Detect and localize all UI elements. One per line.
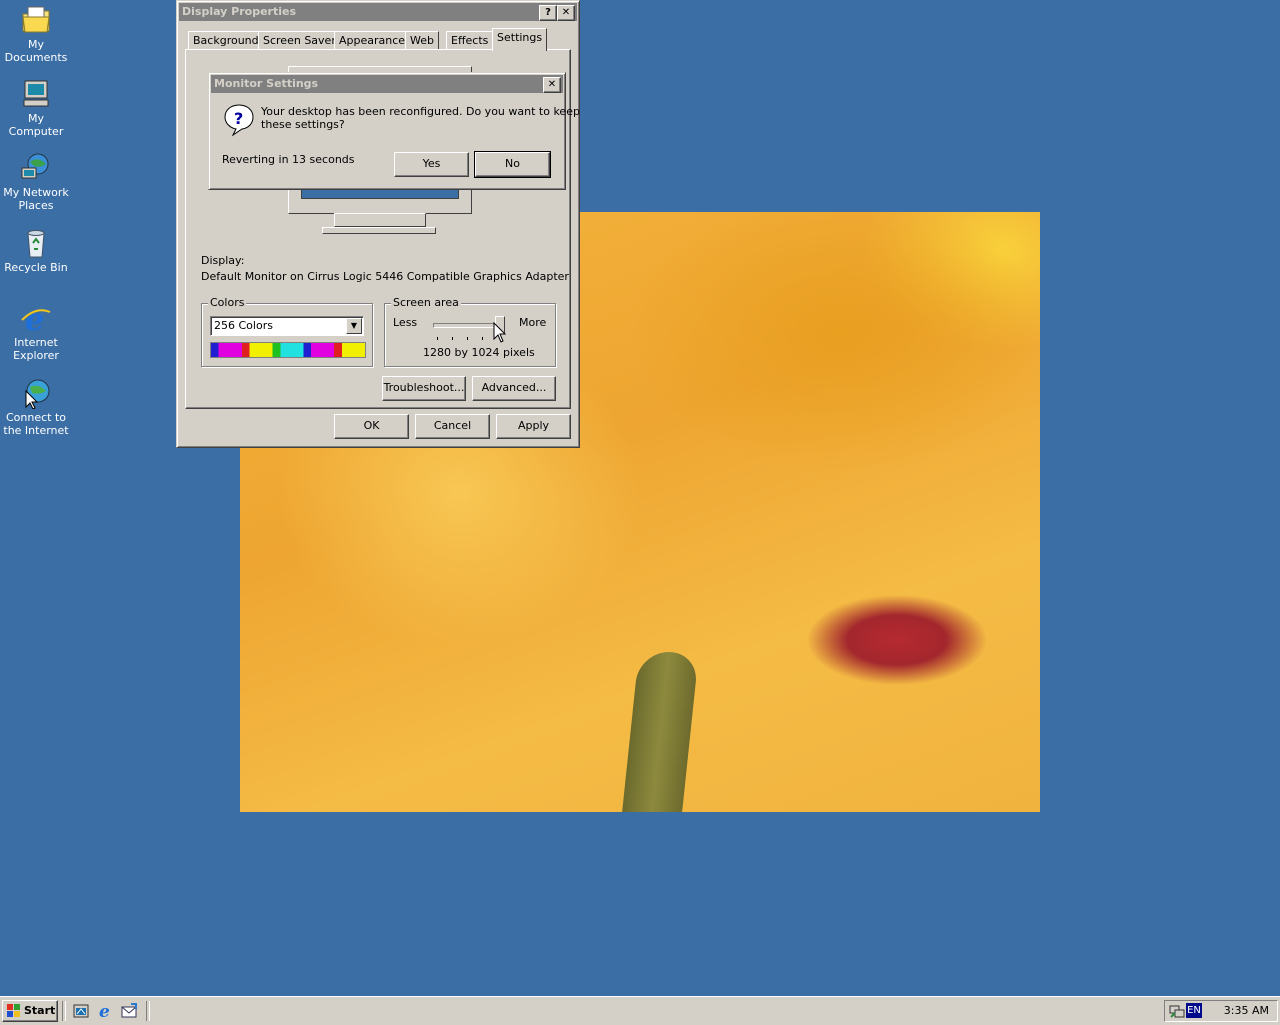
tab-effects[interactable]: Effects — [446, 31, 494, 50]
svg-text:e: e — [25, 303, 44, 334]
tab-appearance[interactable]: Appearance — [334, 31, 411, 50]
clock[interactable]: 3:35 AM — [1224, 1004, 1269, 1017]
desktop-icon-recycle-bin[interactable]: Recycle Bin — [0, 227, 72, 274]
network-places-icon — [20, 152, 52, 184]
window-titlebar[interactable]: Display Properties ? ✕ — [179, 3, 577, 21]
tab-settings[interactable]: Settings — [492, 28, 548, 51]
svg-text:?: ? — [234, 109, 243, 128]
desktop-icon-label-line2: Explorer — [13, 349, 59, 362]
taskbar-separator — [62, 1001, 66, 1021]
tab-screen-saver[interactable]: Screen Saver — [258, 31, 341, 50]
dialog-close-button[interactable]: ✕ — [543, 77, 561, 93]
dialog-title: Monitor Settings — [214, 77, 319, 90]
taskbar-separator — [146, 1001, 150, 1021]
desktop-icon-label: My Documents — [4, 38, 68, 64]
more-label: More — [519, 316, 547, 329]
apply-button[interactable]: Apply — [496, 414, 571, 439]
desktop-icon-label: Internet — [14, 336, 58, 349]
desktop-icon-label-line2: the Internet — [3, 424, 69, 437]
tab-label: Appearance — [339, 34, 406, 47]
colors-groupbox: Colors 256 Colors ▼ — [201, 296, 373, 367]
tab-label: Screen Saver — [263, 34, 336, 47]
colors-group-label: Colors — [208, 296, 247, 309]
button-label: Yes — [422, 157, 441, 170]
chevron-down-icon[interactable]: ▼ — [346, 318, 362, 334]
tab-label: Background — [193, 34, 259, 47]
less-label: Less — [393, 316, 418, 329]
screen-area-groupbox: Screen area Less More 1280 by 1024 pixel… — [384, 296, 556, 367]
cancel-button[interactable]: Cancel — [415, 414, 490, 439]
start-button[interactable]: Start — [2, 1000, 58, 1022]
dialog-titlebar[interactable]: Monitor Settings ✕ — [211, 75, 563, 93]
dialog-message-line2: these settings? — [261, 118, 345, 131]
outlook-express-icon[interactable] — [120, 1002, 138, 1020]
no-button[interactable]: No — [474, 151, 551, 178]
monitor-stand — [334, 213, 426, 227]
desktop-icon-my-documents[interactable]: My Documents — [0, 4, 72, 64]
button-label: Apply — [517, 419, 550, 432]
tab-label: Settings — [497, 31, 543, 44]
tab-background[interactable]: Background — [188, 31, 264, 50]
help-button[interactable]: ? — [539, 5, 557, 21]
start-label: Start — [24, 1004, 56, 1017]
screen-area-group-label: Screen area — [391, 296, 461, 309]
my-computer-icon — [20, 78, 52, 110]
troubleshoot-button[interactable]: Troubleshoot... — [382, 376, 466, 401]
recycle-bin-icon — [20, 227, 52, 259]
desktop-icon-network-places[interactable]: My Network Places — [0, 152, 72, 212]
display-properties-window: Display Properties ? ✕ Background Screen… — [176, 0, 580, 448]
question-icon: ? — [224, 104, 254, 137]
tab-web[interactable]: Web — [405, 31, 439, 50]
dialog-message: Your desktop has been reconfigured. Do y… — [261, 105, 580, 131]
countdown-text: Reverting in 13 seconds — [222, 153, 355, 166]
network-tray-icon[interactable] — [1169, 1003, 1185, 1019]
color-palette-bar — [210, 342, 366, 358]
button-label: OK — [363, 419, 380, 432]
monitor-settings-dialog: Monitor Settings ✕ ? Your desktop has be… — [208, 72, 580, 190]
language-indicator[interactable]: EN — [1186, 1003, 1202, 1018]
button-label: No — [505, 157, 520, 170]
display-adapter-text: Default Monitor on Cirrus Logic 5446 Com… — [201, 270, 569, 283]
display-label: Display: — [201, 254, 245, 267]
tab-label: Web — [410, 34, 434, 47]
mouse-cursor-icon — [493, 322, 507, 343]
monitor-base — [322, 227, 436, 234]
button-label: Cancel — [433, 419, 472, 432]
my-documents-icon — [20, 4, 52, 36]
internet-explorer-quicklaunch-icon[interactable]: e — [97, 1002, 115, 1020]
button-label: Advanced... — [481, 381, 547, 394]
desktop-icon-connect-internet[interactable]: Connect to the Internet — [0, 377, 72, 437]
desktop-icon-internet-explorer[interactable]: e Internet Explorer — [0, 302, 72, 362]
connect-internet-icon — [20, 377, 52, 410]
taskbar: Start e EN 3:35 AM — [0, 996, 1280, 1025]
desktop-icon-my-computer[interactable]: My Computer — [0, 78, 72, 138]
colors-dropdown[interactable]: 256 Colors ▼ — [210, 316, 364, 336]
advanced-button[interactable]: Advanced... — [472, 376, 556, 401]
button-label: Troubleshoot... — [383, 381, 465, 394]
help-icon: ? — [545, 7, 551, 18]
system-tray: EN 3:35 AM — [1164, 1000, 1278, 1022]
ok-button[interactable]: OK — [334, 414, 409, 439]
resolution-text: 1280 by 1024 pixels — [423, 346, 535, 359]
dialog-message-line1: Your desktop has been reconfigured. Do y… — [261, 105, 580, 118]
slider-ticks — [437, 337, 497, 340]
internet-explorer-icon: e — [20, 302, 52, 338]
svg-text:e: e — [99, 1002, 110, 1020]
tab-label: Effects — [451, 34, 489, 47]
desktop-icon-label: My Network — [3, 186, 69, 199]
window-title: Display Properties — [182, 5, 297, 18]
windows-logo-icon — [7, 1004, 20, 1017]
desktop-icon-label: My Computer — [8, 112, 64, 138]
desktop-icon-label: Connect to — [5, 411, 67, 424]
yes-button[interactable]: Yes — [394, 152, 469, 177]
colors-dropdown-value: 256 Colors — [214, 319, 273, 332]
close-button[interactable]: ✕ — [557, 5, 575, 21]
desktop-icon-label: Recycle Bin — [4, 261, 68, 274]
desktop-icon-label-line2: Places — [18, 199, 54, 212]
show-desktop-icon[interactable] — [73, 1003, 89, 1019]
close-icon: ✕ — [547, 79, 557, 90]
close-icon: ✕ — [561, 7, 571, 18]
